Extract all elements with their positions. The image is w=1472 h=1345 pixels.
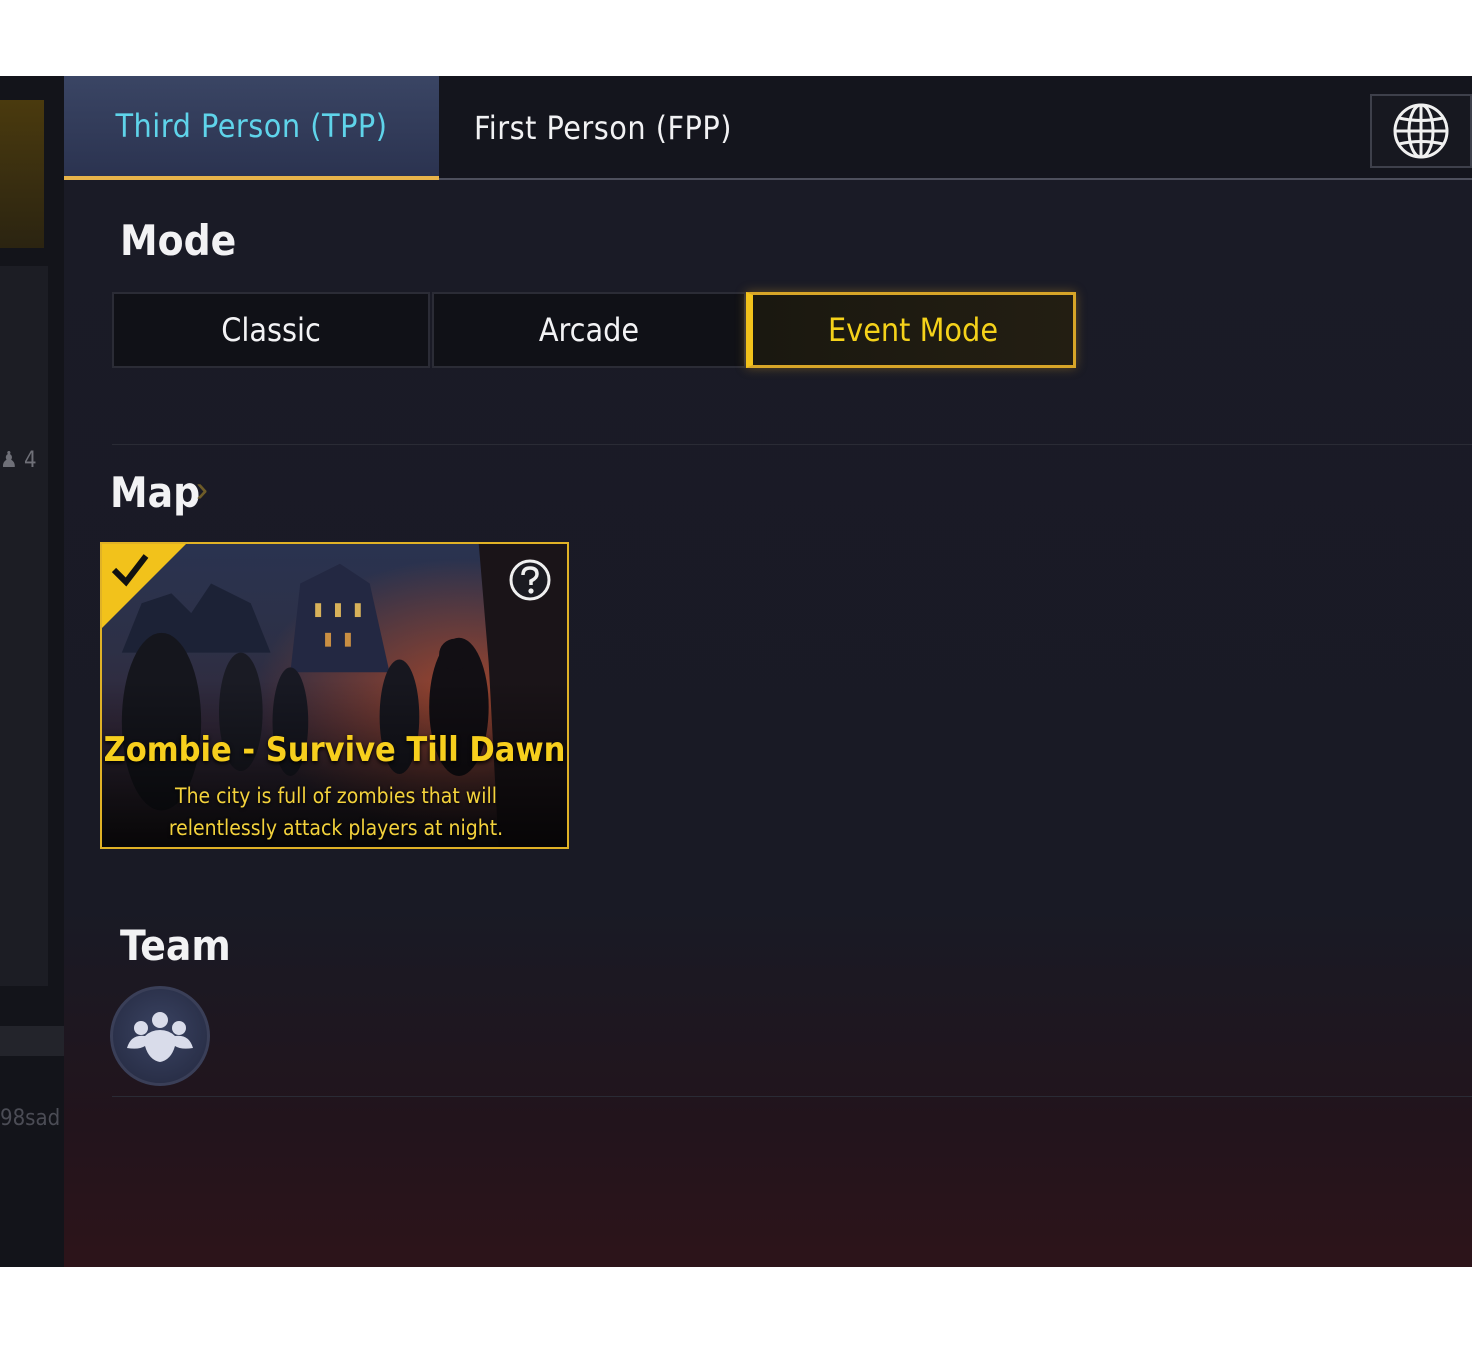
map-card-zombie[interactable]: Zombie - Survive Till Dawn The city is f… (100, 542, 569, 849)
side-banner (0, 100, 44, 248)
perspective-tab-bar: Third Person (TPP) First Person (FPP) (64, 76, 1472, 180)
side-player-count: ♟ 4 (0, 448, 44, 473)
side-panel (0, 266, 48, 986)
map-card-description: The city is full of zombies that will re… (168, 784, 504, 840)
help-icon[interactable] (508, 558, 552, 602)
region-button[interactable] (1370, 94, 1472, 168)
mode-classic-button[interactable]: Classic (112, 292, 430, 368)
globe-icon (1393, 103, 1449, 159)
selected-check-badge (102, 544, 186, 628)
mode-arcade-button[interactable]: Arcade (432, 292, 746, 368)
tab-third-person[interactable]: Third Person (TPP) (64, 76, 439, 180)
side-divider (0, 1026, 64, 1056)
mode-section-title: Mode (120, 216, 237, 265)
game-lobby-screen: ♟ 4 98sad Third Person (TPP) First Perso… (0, 76, 1472, 1267)
map-section-title: Map (110, 468, 201, 517)
side-count-value: 4 (24, 448, 37, 473)
bottom-divider (112, 1096, 1472, 1097)
team-section-title: Team (120, 921, 231, 970)
tab-first-person[interactable]: First Person (FPP) (474, 76, 774, 180)
team-icon (127, 1012, 193, 1062)
players-icon: ♟ (0, 448, 18, 473)
map-card-title: Zombie - Survive Till Dawn (103, 730, 566, 770)
team-button[interactable] (110, 986, 210, 1086)
side-panel-strip: ♟ 4 98sad (0, 76, 64, 1267)
section-divider (112, 444, 1472, 445)
side-player-name: 98sad (0, 1106, 61, 1131)
mode-event-button[interactable]: Event Mode (746, 292, 1076, 368)
